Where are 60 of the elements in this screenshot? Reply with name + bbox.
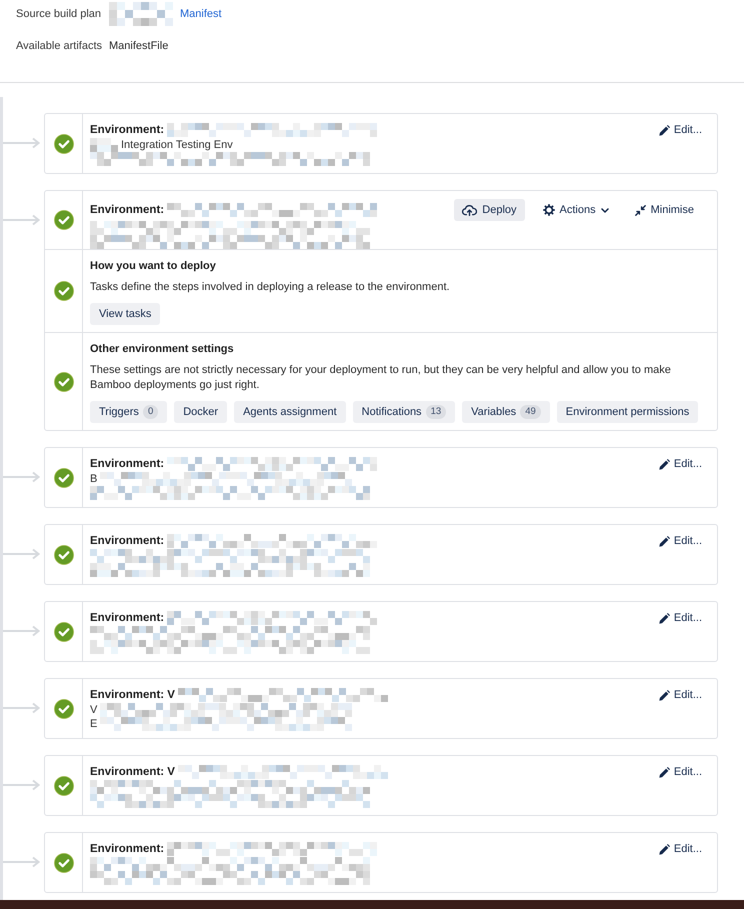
field-label: Available artifacts xyxy=(16,38,102,54)
pencil-icon xyxy=(658,536,670,546)
pencil-icon xyxy=(658,844,670,854)
count-badge: 49 xyxy=(520,405,541,419)
section-button[interactable]: Triggers 0 xyxy=(90,401,168,423)
field-label: Source build plan xyxy=(16,6,102,22)
pencil-icon xyxy=(658,124,670,136)
connector-arrow xyxy=(3,779,40,791)
connector-arrow xyxy=(3,214,40,226)
connector-arrow xyxy=(3,702,40,714)
environment-title: Environment: xyxy=(90,123,164,138)
caret-icon xyxy=(600,208,609,212)
section-button[interactable]: Variables 49 xyxy=(462,401,550,423)
edit-link[interactable]: Edit... xyxy=(658,765,702,779)
environment-description: V xyxy=(90,703,98,717)
edit-link[interactable]: Edit... xyxy=(658,123,702,137)
minimise-button[interactable]: Minimise xyxy=(626,199,702,221)
pencil-icon xyxy=(658,690,670,700)
environment-title: Environment: xyxy=(90,611,164,626)
count-badge: 13 xyxy=(426,405,446,419)
section-button[interactable]: Docker xyxy=(174,401,228,423)
section-button[interactable]: Agents assignment xyxy=(234,401,346,423)
environment-description: B xyxy=(90,472,98,486)
pencil-icon xyxy=(658,766,670,778)
pencil-icon xyxy=(658,458,670,470)
environment-description: E xyxy=(90,717,98,731)
environment-title: Environment: V xyxy=(90,688,175,703)
gear-icon xyxy=(542,204,555,216)
edit-link[interactable]: Edit... xyxy=(658,611,702,625)
environment-title: Environment: V xyxy=(90,765,175,780)
section-description: Tasks define the steps involved in deploying a release to the environment. xyxy=(90,280,451,295)
environment-title: Environment: xyxy=(90,203,164,218)
plan-link[interactable]: Manifest xyxy=(180,6,222,22)
pixelated-redaction-drawing xyxy=(109,2,174,26)
connector-arrow xyxy=(3,856,40,868)
pencil-icon xyxy=(658,612,670,624)
edit-link[interactable]: Edit... xyxy=(658,534,702,548)
environment-title: Environment: xyxy=(90,534,164,549)
deploy-button[interactable]: Deploy xyxy=(454,199,525,221)
connector-arrow xyxy=(3,625,40,637)
connector-arrow xyxy=(3,137,40,149)
actions-menu-button[interactable]: Actions xyxy=(534,199,617,221)
cloud-upload-icon xyxy=(462,204,478,216)
section-description: These settings are not strictly necessary for your deployment to run, but they can be very helpful and allow you to make Bamboo deployments go just right. xyxy=(90,363,672,393)
environment-description: Integration Testing Env xyxy=(121,138,233,152)
section-heading: Other environment settings xyxy=(90,342,235,357)
section-button[interactable]: View tasks xyxy=(90,303,160,325)
count-badge: 0 xyxy=(142,405,158,419)
edit-link[interactable]: Edit... xyxy=(658,842,702,856)
section-button[interactable]: Environment permissions xyxy=(556,401,698,423)
artifact-value: ManifestFile xyxy=(109,38,170,54)
environment-title: Environment: xyxy=(90,457,164,472)
shrink-arrows-icon xyxy=(634,204,646,216)
connector-arrow xyxy=(3,471,40,483)
environment-title: Environment: xyxy=(90,842,164,857)
connector-arrow xyxy=(3,548,40,560)
edit-link[interactable]: Edit... xyxy=(658,457,702,471)
edit-link[interactable]: Edit... xyxy=(658,688,702,702)
section-heading: How you want to deploy xyxy=(90,259,217,274)
section-button[interactable]: Notifications 13 xyxy=(352,401,456,423)
